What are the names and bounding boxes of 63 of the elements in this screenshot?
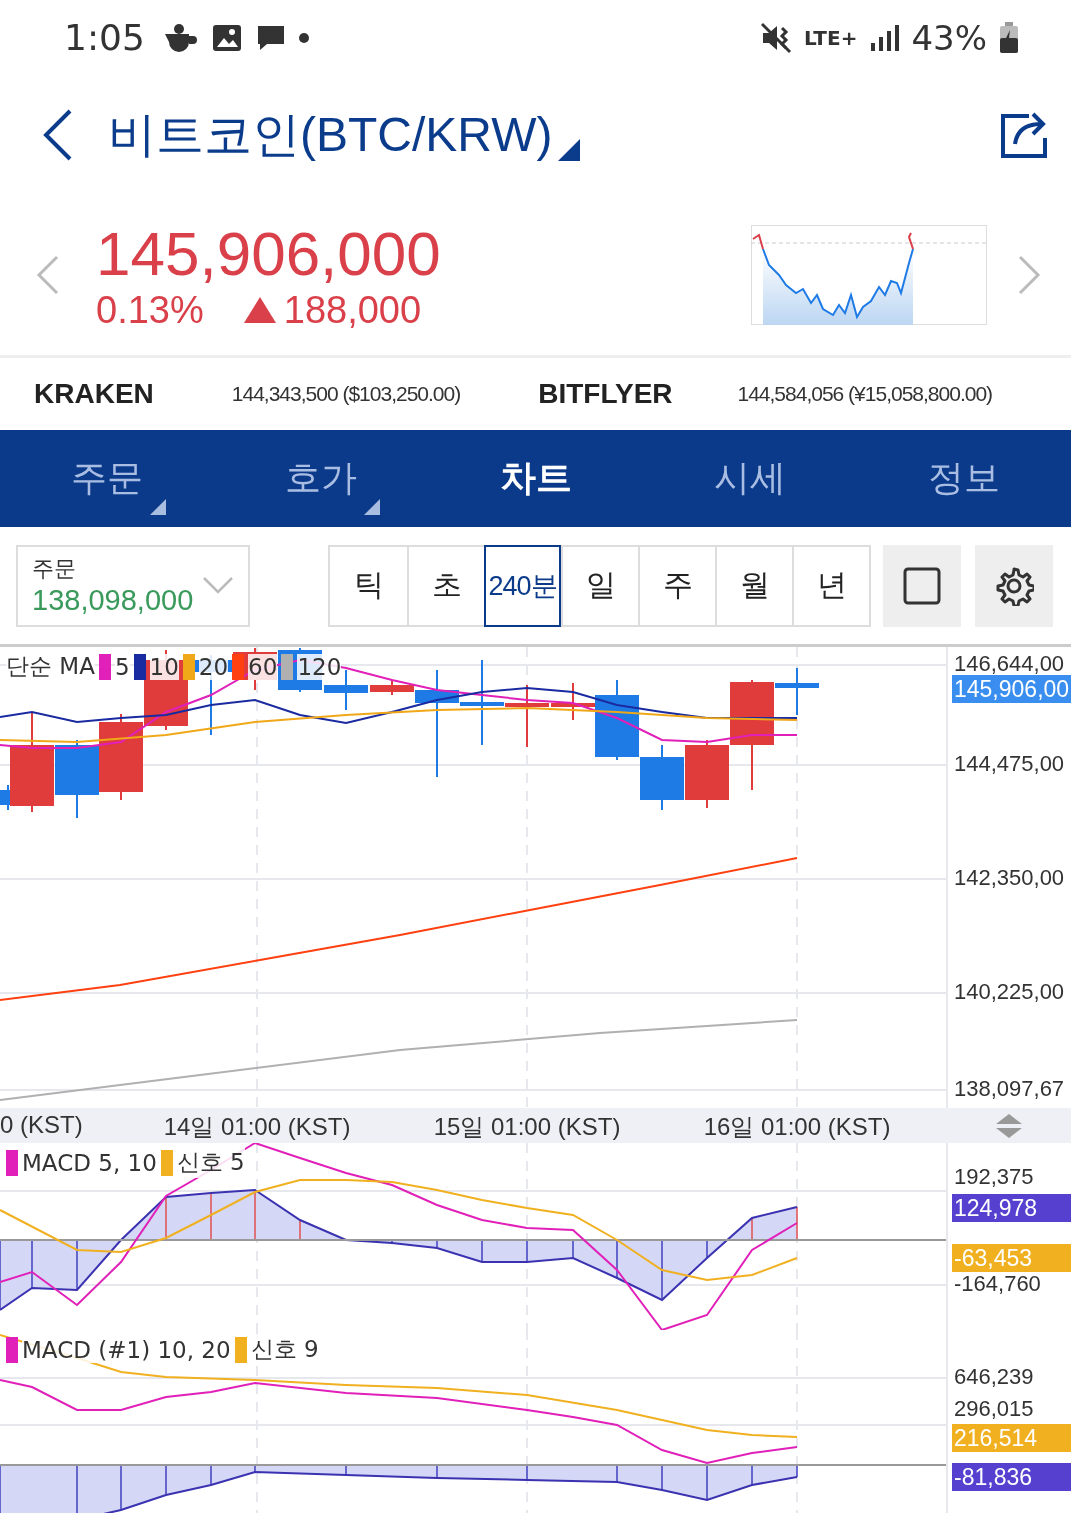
- time-axis-label: 0 (KST): [0, 1111, 83, 1139]
- exchange-name: KRAKEN: [34, 378, 154, 410]
- exchange-price: 144,584,056 (¥15,058,800.00): [736, 382, 994, 406]
- period-tab[interactable]: 주: [638, 546, 715, 625]
- axis-label: 142,350,00: [954, 865, 1065, 891]
- exchange-name: BITFLYER: [538, 378, 673, 410]
- axis-label: 138,097,67: [954, 1076, 1065, 1102]
- legend-label: 20: [198, 653, 229, 680]
- change-percent: 0.13%: [96, 288, 204, 332]
- order-price-dropdown[interactable]: 주문 138,098,000: [16, 544, 250, 627]
- nav-tab[interactable]: 차트: [428, 430, 643, 527]
- settings-button[interactable]: [975, 544, 1053, 627]
- legend-label: 120: [297, 653, 342, 680]
- legend-label: 10: [149, 653, 179, 680]
- dropdown-label: 주문: [32, 555, 77, 583]
- caret-icon: [558, 139, 581, 161]
- value-badge: 124,978: [952, 1194, 1071, 1222]
- nav-tab[interactable]: 정보: [856, 430, 1071, 527]
- candle: [640, 744, 684, 811]
- exchange-price: 144,343,500 ($103,250.00): [230, 382, 462, 406]
- current-price: 145,906,000: [96, 218, 442, 289]
- battery-percent: 43%: [911, 17, 987, 58]
- muted-vibrate-icon: [759, 21, 792, 54]
- period-tab[interactable]: 240분: [484, 544, 561, 627]
- change-amount: 188,000: [283, 288, 422, 332]
- period-tab[interactable]: 일: [561, 546, 638, 625]
- nav-tab[interactable]: 호가: [214, 430, 429, 527]
- title-dropdown[interactable]: 비트코인(BTC/KRW): [108, 103, 999, 167]
- nav-tab[interactable]: 시세: [642, 430, 857, 527]
- current-price-badge: 145,906,00: [952, 675, 1071, 703]
- time-axis-label: 16일 01:00 (KST): [703, 1112, 891, 1142]
- period-tab[interactable]: 틱: [330, 546, 407, 625]
- axis-label: 192,375: [954, 1164, 1034, 1190]
- image-icon: [210, 22, 243, 53]
- axis-label: 144,475,00: [954, 751, 1065, 777]
- legend-label: 신호 5: [176, 1147, 245, 1178]
- value-badge: 216,514: [952, 1424, 1071, 1452]
- period-tab[interactable]: 년: [792, 546, 869, 625]
- axis-label: 296,015: [954, 1396, 1034, 1422]
- network-type: LTE+: [803, 25, 858, 50]
- axis-label: 146,644,00: [954, 651, 1065, 677]
- square-icon: [903, 566, 941, 605]
- up-triangle-icon: [243, 297, 276, 323]
- chevron-down-icon: [202, 575, 234, 596]
- time-axis-label: 14일 01:00 (KST): [163, 1112, 351, 1142]
- candle: [505, 684, 549, 748]
- axis-label: -164,760: [954, 1271, 1041, 1297]
- time-axis-label: 15일 01:00 (KST): [433, 1112, 621, 1142]
- axis-label: 140,225,00: [954, 979, 1065, 1005]
- battery-icon: [999, 21, 1019, 54]
- period-tab[interactable]: 월: [715, 546, 792, 625]
- settings-icon: [994, 565, 1034, 606]
- clock-time: 1:05: [64, 17, 145, 58]
- signal-icon: [869, 22, 900, 53]
- value-badge: -63,453: [952, 1244, 1071, 1272]
- dot-icon: [298, 32, 309, 43]
- axis-label: 646,239: [954, 1364, 1034, 1390]
- dropdown-value: 138,098,000: [32, 584, 195, 617]
- square-button[interactable]: [883, 544, 961, 627]
- value-badge: -81,836: [952, 1463, 1071, 1491]
- period-tab[interactable]: 초: [407, 546, 484, 625]
- nav-tab[interactable]: 주문: [0, 430, 215, 527]
- legend-label: 60: [248, 653, 278, 680]
